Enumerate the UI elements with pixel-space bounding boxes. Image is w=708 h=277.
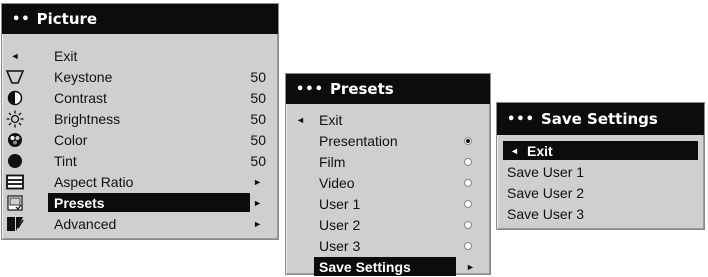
menu-item-label: Tint [54, 152, 77, 169]
menu-item-label: Keystone [54, 68, 113, 85]
picture-menu: •• Picture ◄ Exit Keystone 50 Contrast 5… [1, 3, 279, 240]
tint-icon [5, 150, 25, 171]
preset-option-video[interactable]: Video [286, 172, 490, 193]
contrast-value: 50 [250, 89, 266, 106]
preset-option-label: User 2 [319, 216, 361, 233]
menu-item-label: Color [54, 131, 88, 148]
submenu-arrow-icon: ► [253, 218, 262, 229]
advanced-icon [5, 213, 25, 234]
presets-exit[interactable]: ◄ Exit [286, 109, 490, 130]
save-settings-menu: ••• Save Settings ◄ Exit Save User 1 Sav… [496, 102, 705, 230]
save-settings-exit[interactable]: ◄ Exit [497, 140, 704, 161]
left-arrow-icon: ◄ [510, 145, 519, 156]
radio-button[interactable] [464, 158, 472, 166]
presets-menu-title: Presets [329, 80, 394, 98]
radio-button[interactable] [464, 242, 472, 250]
submenu-arrow-icon: ► [253, 197, 262, 208]
submenu-arrow-icon: ► [466, 261, 475, 272]
aspect-ratio-icon [5, 171, 25, 192]
title-dots: ••• [296, 81, 324, 97]
preset-option-film[interactable]: Film [286, 151, 490, 172]
preset-option-label: User 3 [319, 237, 361, 254]
preset-option-user-2[interactable]: User 2 [286, 214, 490, 235]
title-dots: ••• [507, 111, 535, 127]
brightness-icon [5, 108, 25, 129]
radio-button[interactable] [464, 179, 472, 187]
picture-menu-title-bar: •• Picture [2, 4, 278, 34]
radio-button[interactable] [464, 200, 472, 208]
contrast-icon [5, 87, 25, 108]
preset-option-label: User 1 [319, 195, 361, 212]
color-icon [5, 129, 25, 150]
submenu-arrow-icon: ► [253, 176, 262, 187]
radio-button[interactable] [464, 221, 472, 229]
menu-item-exit[interactable]: ◄ Exit [2, 45, 278, 66]
preset-option-label: Film [319, 153, 346, 170]
menu-item-label: Advanced [54, 215, 117, 232]
brightness-value: 50 [250, 110, 266, 127]
save-user-1[interactable]: Save User 1 [497, 161, 704, 182]
left-arrow-icon: ◄ [10, 50, 20, 61]
presets-menu-title-bar: ••• Presets [286, 74, 490, 104]
menu-item-label: Exit [54, 47, 78, 64]
keystone-value: 50 [250, 68, 266, 85]
menu-item-advanced[interactable]: Advanced ► [2, 213, 278, 234]
presets-save-settings[interactable]: Save Settings ► [286, 256, 490, 277]
tint-value: 50 [250, 152, 266, 169]
save-settings-label: Save Settings [319, 258, 411, 275]
save-user-label: Save User 2 [507, 184, 585, 201]
save-settings-menu-title: Save Settings [540, 110, 658, 128]
preset-option-user-1[interactable]: User 1 [286, 193, 490, 214]
presets-menu: ••• Presets ◄ Exit Presentation Film Vid… [285, 73, 491, 277]
title-dots: •• [12, 11, 31, 27]
menu-item-contrast[interactable]: Contrast 50 [2, 87, 278, 108]
radio-button-selected[interactable] [464, 137, 472, 145]
save-user-label: Save User 3 [507, 205, 585, 222]
save-user-3[interactable]: Save User 3 [497, 203, 704, 224]
keystone-icon [5, 66, 25, 87]
preset-option-presentation[interactable]: Presentation [286, 130, 490, 151]
preset-option-label: Video [319, 174, 355, 191]
menu-item-label: Brightness [54, 110, 121, 127]
menu-item-presets[interactable]: Presets ► [2, 192, 278, 213]
menu-item-label: Aspect Ratio [54, 173, 134, 190]
picture-menu-title: Picture [36, 10, 98, 28]
menu-item-tint[interactable]: Tint 50 [2, 150, 278, 171]
presets-icon [5, 192, 25, 213]
left-arrow-icon: ◄ [296, 114, 305, 125]
menu-item-keystone[interactable]: Keystone 50 [2, 66, 278, 87]
menu-item-aspect-ratio[interactable]: Aspect Ratio ► [2, 171, 278, 192]
save-user-2[interactable]: Save User 2 [497, 182, 704, 203]
save-user-label: Save User 1 [507, 163, 585, 180]
save-settings-exit-label: Exit [527, 142, 553, 159]
menu-item-color[interactable]: Color 50 [2, 129, 278, 150]
color-value: 50 [250, 131, 266, 148]
preset-option-label: Presentation [319, 132, 398, 149]
menu-item-brightness[interactable]: Brightness 50 [2, 108, 278, 129]
preset-option-user-3[interactable]: User 3 [286, 235, 490, 256]
save-settings-menu-title-bar: ••• Save Settings [497, 103, 704, 135]
menu-item-label: Contrast [54, 89, 107, 106]
presets-exit-label: Exit [319, 111, 343, 128]
menu-item-label: Presets [54, 194, 105, 211]
